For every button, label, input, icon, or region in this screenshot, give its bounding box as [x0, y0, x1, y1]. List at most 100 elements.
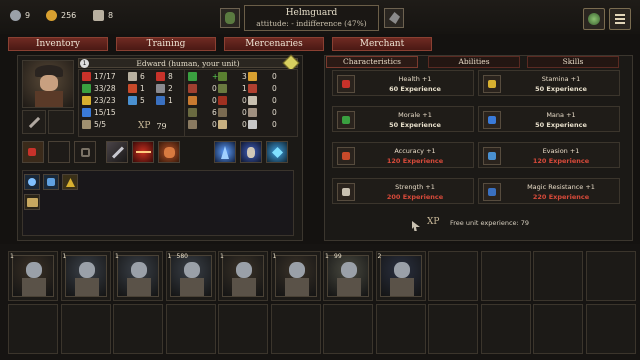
- relations-button[interactable]: [384, 8, 404, 28]
- roster-slot[interactable]: 1 580: [165, 251, 216, 301]
- equip-slot-empty[interactable]: [48, 110, 74, 134]
- shield-icon: [483, 183, 501, 201]
- lightning-icon: [483, 75, 501, 93]
- roster-slot[interactable]: [60, 304, 111, 354]
- effect-2[interactable]: [43, 174, 59, 190]
- stat-d-value: 8: [168, 72, 173, 81]
- subtab-abilities[interactable]: Abilities: [428, 56, 520, 68]
- unit-portrait[interactable]: [379, 255, 422, 297]
- roster-slot[interactable]: [165, 304, 216, 354]
- subtab-characteristics[interactable]: Characteristics: [326, 56, 418, 68]
- roster-slot[interactable]: [218, 304, 268, 354]
- resist-3-2: 0: [248, 84, 277, 93]
- roster-slot[interactable]: [8, 304, 58, 354]
- helmet-icon: [183, 262, 200, 278]
- roster-slot[interactable]: 1 99: [323, 251, 373, 301]
- upgrade-name: Evasion +1: [542, 147, 580, 155]
- unit-portrait[interactable]: [64, 255, 107, 297]
- roster-slot[interactable]: [270, 304, 321, 354]
- upgrade-card[interactable]: Magic Resistance +1 220 Experience: [478, 178, 620, 204]
- armor-icon: [156, 84, 165, 93]
- subtab-skills[interactable]: Skills: [527, 56, 619, 68]
- upgrade-card[interactable]: Evasion +1 120 Experience: [478, 142, 620, 168]
- menu-button[interactable]: [609, 8, 631, 30]
- unit-portrait[interactable]: [22, 60, 74, 108]
- roster-slot[interactable]: [428, 304, 478, 354]
- tab-training[interactable]: Training: [116, 37, 216, 51]
- roster-slot[interactable]: [375, 304, 426, 354]
- skill-slot-1[interactable]: [22, 141, 44, 163]
- upgrade-card[interactable]: Morale +1 50 Experience: [332, 106, 474, 132]
- roster-slot[interactable]: [585, 251, 636, 301]
- upgrade-cost: 120 Experience: [532, 157, 590, 165]
- skill-slot-9[interactable]: [266, 141, 288, 163]
- skill-slot-7[interactable]: [214, 141, 236, 163]
- stat-b: 1: [128, 84, 145, 93]
- stat-a-value: 6: [140, 72, 145, 81]
- mana-value: 15/15: [94, 108, 116, 117]
- upgrade-glyph: [342, 80, 350, 88]
- coat-icon: [35, 91, 63, 107]
- unit-level: 1: [167, 253, 172, 260]
- resist-3-1: 0: [248, 72, 277, 81]
- tab-mercenaries[interactable]: Mercenaries: [224, 37, 324, 51]
- units-resource: 9: [10, 9, 30, 21]
- roster-slot[interactable]: 1: [218, 251, 268, 301]
- lightning-icon: [82, 96, 91, 105]
- roster-slot[interactable]: 1: [8, 251, 58, 301]
- evasion-icon: [483, 147, 501, 165]
- unit-portrait[interactable]: [222, 255, 264, 297]
- skill-slot-2[interactable]: [48, 141, 70, 163]
- frost-icon: [28, 178, 36, 186]
- pulse-icon: [136, 151, 151, 153]
- skill-slot-8[interactable]: [240, 141, 262, 163]
- unit-portrait[interactable]: [274, 255, 317, 297]
- equip-slot-weapon[interactable]: [22, 110, 46, 134]
- resist-2-3: 0: [218, 96, 247, 105]
- effect-1[interactable]: [24, 174, 40, 190]
- upgrade-card[interactable]: Mana +1 50 Experience: [478, 106, 620, 132]
- resist-2-1: 3: [218, 72, 247, 81]
- effect-4[interactable]: [24, 194, 40, 210]
- skill-slot-5[interactable]: [132, 141, 154, 163]
- upgrade-cost: 50 Experience: [389, 121, 441, 129]
- body-icon: [389, 278, 414, 296]
- roster-slot[interactable]: [585, 304, 636, 354]
- roster-slot[interactable]: 1: [270, 251, 321, 301]
- upgrade-card[interactable]: Strength +1 200 Experience: [332, 178, 474, 204]
- unit-portrait[interactable]: [327, 255, 369, 297]
- effect-3[interactable]: [62, 174, 78, 190]
- tab-inventory-label: Inventory: [36, 39, 80, 49]
- resist-value: 0: [212, 84, 217, 93]
- roster-slot[interactable]: [428, 251, 478, 301]
- upgrade-card[interactable]: Stamina +1 50 Experience: [478, 70, 620, 96]
- roster-slot[interactable]: [533, 251, 583, 301]
- resist-icon: [218, 84, 227, 93]
- roster-slot[interactable]: 1: [113, 251, 163, 301]
- roster-slot[interactable]: [480, 251, 531, 301]
- skill-slot-6[interactable]: [158, 141, 180, 163]
- faction-portrait[interactable]: [220, 8, 240, 28]
- tab-merchant[interactable]: Merchant: [332, 37, 432, 51]
- xp-value: 79: [156, 121, 167, 131]
- skill-slot-4[interactable]: [106, 141, 128, 163]
- unit-portrait[interactable]: [117, 255, 159, 297]
- upgrade-card[interactable]: Accuracy +1 120 Experience: [332, 142, 474, 168]
- unit-portrait[interactable]: [169, 255, 212, 297]
- helmet-icon: [341, 262, 357, 278]
- resist-icon: [248, 72, 257, 81]
- divider: [184, 70, 185, 136]
- skill-slot-locked: [74, 141, 96, 163]
- world-map-button[interactable]: [583, 8, 605, 30]
- upgrade-cost: 220 Experience: [532, 193, 590, 201]
- roster-slot[interactable]: [323, 304, 373, 354]
- subtab-abilities-label: Abilities: [458, 57, 490, 66]
- roster-slot[interactable]: 1: [60, 251, 111, 301]
- roster-slot[interactable]: [480, 304, 531, 354]
- upgrade-card[interactable]: Health +1 60 Experience: [332, 70, 474, 96]
- unit-portrait[interactable]: [12, 255, 54, 297]
- roster-slot[interactable]: [533, 304, 583, 354]
- roster-slot[interactable]: [113, 304, 163, 354]
- roster-slot[interactable]: 2: [375, 251, 426, 301]
- tab-inventory[interactable]: Inventory: [8, 37, 108, 51]
